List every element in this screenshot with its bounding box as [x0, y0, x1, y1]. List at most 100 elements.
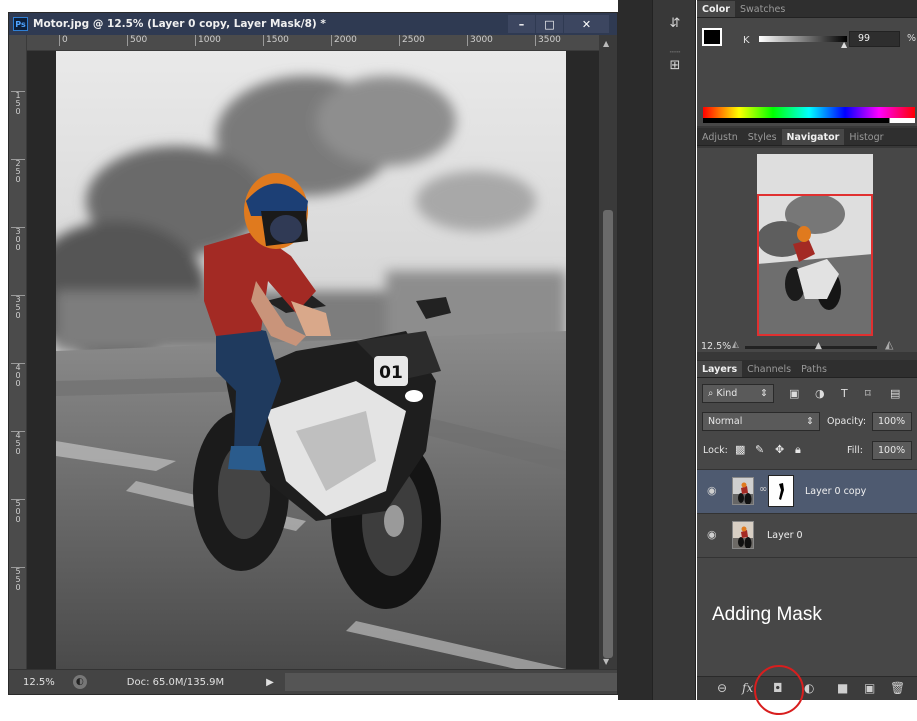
canvas[interactable]: 01: [27, 51, 599, 669]
zoom-level[interactable]: 12.5%: [23, 677, 55, 688]
navigator-panel: 12.5% ◭ ▲ ◭: [697, 148, 917, 352]
blend-mode-label: Normal: [708, 416, 743, 427]
document-title: Motor.jpg @ 12.5% (Layer 0 copy, Layer M…: [33, 18, 326, 30]
tab-adjustments[interactable]: Adjustn: [697, 129, 743, 145]
smart-object-filter-icon[interactable]: ▤: [890, 387, 900, 400]
chevron-icon: ⇕: [806, 416, 814, 427]
tab-layers[interactable]: Layers: [697, 361, 743, 377]
lock-all-icon[interactable]: 🔒︎: [795, 443, 801, 457]
slider-thumb-icon[interactable]: ▲: [815, 341, 822, 351]
tab-navigator[interactable]: Navigator: [781, 129, 845, 145]
ruler-tick: 5 5 0: [11, 567, 25, 592]
close-button[interactable]: ✕: [564, 15, 609, 33]
ruler-tick: 3500: [535, 35, 561, 46]
grip-icon: ┄┄: [669, 48, 681, 58]
tab-swatches[interactable]: Swatches: [735, 1, 790, 17]
layer-mask-thumbnail[interactable]: [768, 475, 794, 507]
tab-paths[interactable]: Paths: [796, 361, 832, 377]
mask-shape: [779, 483, 784, 500]
properties-icon[interactable]: ⊞: [667, 58, 683, 73]
channel-value-input[interactable]: 99: [849, 31, 900, 47]
trash-icon[interactable]: 🗑︎: [890, 681, 905, 695]
document-window: Ps Motor.jpg @ 12.5% (Layer 0 copy, Laye…: [8, 12, 618, 695]
lock-image-icon[interactable]: ✎: [755, 443, 764, 456]
document-title-bar[interactable]: Ps Motor.jpg @ 12.5% (Layer 0 copy, Laye…: [9, 13, 617, 35]
number-plate: 01: [379, 363, 403, 383]
link-chain-icon[interactable]: ∞: [759, 484, 767, 495]
layer-name[interactable]: Layer 0: [767, 530, 803, 541]
panel-icon-strip: ⇵ ┄┄ ⊞: [652, 0, 696, 700]
type-filter-icon[interactable]: T: [841, 387, 848, 400]
layer-thumb-image: [733, 522, 753, 548]
vertical-scrollbar[interactable]: ▲ ▼: [599, 35, 617, 669]
ruler-origin[interactable]: [9, 35, 27, 51]
pixel-filter-icon[interactable]: ▣: [789, 387, 799, 400]
layer-row[interactable]: ◉ Layer 0: [697, 513, 917, 557]
scroll-down-arrow-icon[interactable]: ▼: [603, 657, 609, 666]
ruler-tick: 1000: [195, 35, 221, 46]
document-size: Doc: 65.0M/135.9M: [126, 676, 225, 688]
horizontal-ruler[interactable]: 0 500 1000 1500 2000 2500 3000 3500: [27, 35, 599, 51]
share-icon[interactable]: ◐: [72, 675, 87, 689]
ruler-tick: 4 0 0: [11, 363, 25, 388]
color-spectrum-bar[interactable]: [703, 107, 915, 123]
status-menu-arrow-icon[interactable]: ▶: [266, 677, 274, 688]
tab-color[interactable]: Color: [697, 1, 735, 17]
lock-position-icon[interactable]: ✥: [775, 443, 784, 456]
scrollbar-thumb[interactable]: [603, 210, 613, 658]
vertical-ruler[interactable]: 1 5 0 2 5 0 3 0 0 3 5 0 4 0 0 4 5 0 5 0 …: [9, 51, 27, 669]
new-layer-icon[interactable]: ▣: [864, 681, 875, 695]
layer-name[interactable]: Layer 0 copy: [805, 486, 866, 497]
layers-panel: ⌕ Kind ⇕ ▣ ◑ T ⌑ ▤ Normal ⇕ Opacity: 100% …: [697, 378, 917, 715]
tab-channels[interactable]: Channels: [742, 361, 796, 377]
channel-slider[interactable]: [759, 36, 847, 42]
ruler-tick: 3 0 0: [11, 227, 25, 252]
minimize-button[interactable]: –: [508, 15, 535, 33]
fx-icon[interactable]: fx: [742, 681, 753, 695]
visibility-eye-icon[interactable]: ◉: [707, 484, 717, 497]
navigator-thumbnail[interactable]: [757, 154, 873, 336]
workspace-gap: [618, 0, 652, 700]
filter-kind-dropdown[interactable]: ⌕ Kind ⇕: [702, 384, 774, 403]
adjustment-layer-icon[interactable]: ◐: [804, 681, 814, 695]
horizontal-scrollbar[interactable]: [285, 673, 617, 691]
tab-histogram[interactable]: Histogr: [844, 129, 888, 145]
scroll-up-arrow-icon[interactable]: ▲: [603, 39, 609, 48]
layer-thumb-image: [733, 478, 753, 504]
tab-styles[interactable]: Styles: [743, 129, 782, 145]
visibility-eye-icon[interactable]: ◉: [707, 528, 717, 541]
slider-thumb-icon[interactable]: ▲: [841, 40, 847, 49]
navigator-zoom-slider[interactable]: [745, 346, 877, 349]
filter-kind-label: Kind: [716, 388, 738, 399]
ruler-tick: 3000: [467, 35, 493, 46]
navigator-view-box[interactable]: [757, 194, 873, 336]
folder-icon[interactable]: ■: [837, 681, 848, 695]
fill-input[interactable]: 100%: [872, 441, 912, 460]
foreground-color-swatch[interactable]: [702, 28, 722, 46]
link-layers-icon[interactable]: ⊖: [717, 681, 727, 695]
shape-filter-icon[interactable]: ⌑: [865, 387, 871, 400]
opacity-input[interactable]: 100%: [872, 412, 912, 431]
navigator-zoom-value[interactable]: 12.5%: [701, 341, 731, 352]
ruler-tick: 0: [59, 35, 68, 46]
maximize-button[interactable]: □: [536, 15, 563, 33]
layer-row[interactable]: ◉ ∞ Layer 0 copy: [697, 469, 917, 513]
annotation-text: Adding Mask: [712, 604, 822, 625]
color-panel-tabs: Color Swatches: [697, 0, 917, 18]
history-icon[interactable]: ⇵: [667, 16, 683, 31]
layer-thumbnail[interactable]: [732, 477, 754, 505]
blend-mode-dropdown[interactable]: Normal ⇕: [702, 412, 820, 431]
zoom-in-icon[interactable]: ◭: [885, 338, 893, 351]
color-panel: K ▲ 99 %: [697, 18, 917, 126]
ruler-tick: 500: [127, 35, 147, 46]
ruler-tick: 1500: [263, 35, 289, 46]
ruler-tick: 2 5 0: [11, 159, 25, 184]
motorcycle-photo[interactable]: 01: [56, 51, 566, 669]
layers-bottom-toolbar: ⊖ fx ◘ ◐ ■ ▣ 🗑︎: [697, 665, 917, 715]
layers-panel-tabs: Layers Channels Paths: [697, 360, 917, 378]
adjustment-filter-icon[interactable]: ◑: [815, 387, 825, 400]
zoom-out-icon[interactable]: ◭: [732, 340, 739, 350]
lock-transparent-icon[interactable]: ▩: [735, 443, 745, 456]
ruler-tick: 4 5 0: [11, 431, 25, 456]
layer-thumbnail[interactable]: [732, 521, 754, 549]
